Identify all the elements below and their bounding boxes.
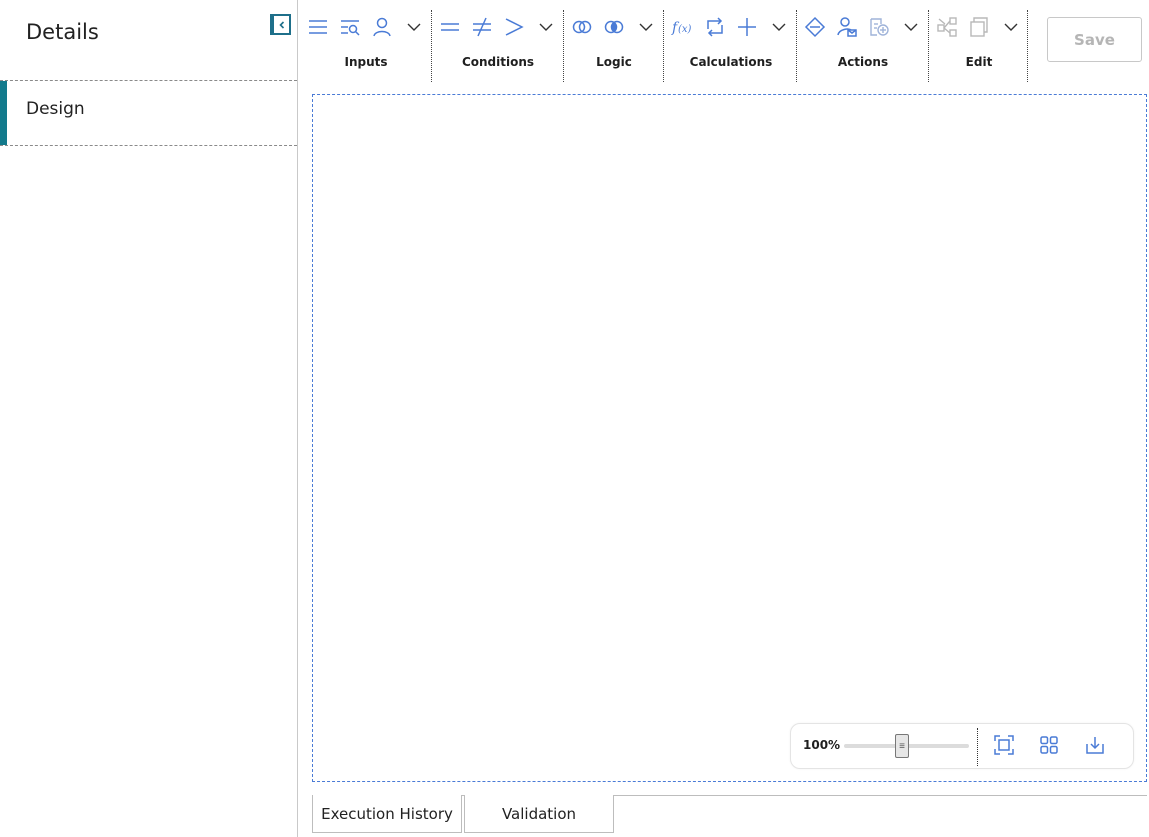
- chevron-down-icon[interactable]: [401, 14, 427, 40]
- chevron-down-icon[interactable]: [766, 14, 792, 40]
- greater-than-icon[interactable]: [501, 14, 527, 40]
- tab-execution-history[interactable]: Execution History: [312, 795, 462, 833]
- loop-icon[interactable]: [702, 14, 728, 40]
- tab-validation[interactable]: Validation: [464, 795, 614, 833]
- download-icon[interactable]: [1084, 734, 1106, 756]
- group-separator: [563, 10, 564, 82]
- equals-icon[interactable]: [437, 14, 463, 40]
- list-icon[interactable]: [305, 14, 331, 40]
- diamond-icon[interactable]: [802, 14, 828, 40]
- active-indicator: [0, 81, 7, 145]
- group-label: Actions: [837, 55, 889, 69]
- chevron-down-icon[interactable]: [633, 14, 659, 40]
- divider: [0, 145, 297, 146]
- toolbar-group-inputs: Inputs: [303, 8, 429, 82]
- toolbar-group-calculations: f (x) Calculations: [667, 8, 795, 82]
- zoom-level: 100%: [803, 738, 841, 752]
- chevron-left-icon: [278, 20, 284, 29]
- save-button[interactable]: Save: [1047, 17, 1142, 62]
- details-panel: Details Design: [0, 0, 298, 837]
- toolbar-group-actions: Actions: [799, 8, 927, 82]
- add-record-icon[interactable]: [866, 14, 892, 40]
- group-separator: [431, 10, 432, 82]
- toolbar: Inputs Conditions Logic f (x) Calculatio…: [299, 0, 1149, 86]
- and-circles-icon[interactable]: [601, 14, 627, 40]
- group-label: Calculations: [689, 55, 773, 69]
- plus-icon[interactable]: [734, 14, 760, 40]
- svg-text:(x): (x): [678, 24, 692, 35]
- or-circles-icon[interactable]: [569, 14, 595, 40]
- function-icon[interactable]: f (x): [670, 14, 696, 40]
- chevron-down-icon[interactable]: [998, 14, 1024, 40]
- user-icon[interactable]: [369, 14, 395, 40]
- chevron-down-icon[interactable]: [898, 14, 924, 40]
- group-label: Edit: [965, 55, 993, 69]
- user-action-icon[interactable]: [834, 14, 860, 40]
- group-separator: [663, 10, 664, 82]
- divider: [977, 728, 978, 766]
- zoom-slider-handle[interactable]: ≡: [895, 734, 909, 758]
- collapse-panel-button[interactable]: [270, 14, 291, 35]
- chevron-down-icon[interactable]: [533, 14, 559, 40]
- zoom-controls: 100% ≡: [790, 723, 1134, 769]
- group-separator: [928, 10, 929, 82]
- search-list-icon[interactable]: [337, 14, 363, 40]
- toolbar-group-edit: Edit: [933, 8, 1025, 82]
- panel-title: Details: [26, 20, 99, 44]
- disconnect-icon[interactable]: [934, 14, 960, 40]
- group-label: Logic: [596, 55, 632, 69]
- sidebar-item-label: Design: [26, 99, 85, 119]
- copy-icon[interactable]: [966, 14, 992, 40]
- grid-layout-icon[interactable]: [1038, 734, 1060, 756]
- design-canvas[interactable]: 100% ≡: [312, 94, 1147, 782]
- toolbar-group-conditions: Conditions: [435, 8, 561, 82]
- group-separator: [1027, 10, 1028, 82]
- group-separator: [796, 10, 797, 82]
- not-equal-icon[interactable]: [469, 14, 495, 40]
- group-label: Inputs: [344, 55, 388, 69]
- sidebar-item-design[interactable]: Design: [0, 81, 297, 145]
- fit-screen-icon[interactable]: [993, 734, 1015, 756]
- toolbar-group-logic: Logic: [567, 8, 661, 82]
- group-label: Conditions: [461, 55, 535, 69]
